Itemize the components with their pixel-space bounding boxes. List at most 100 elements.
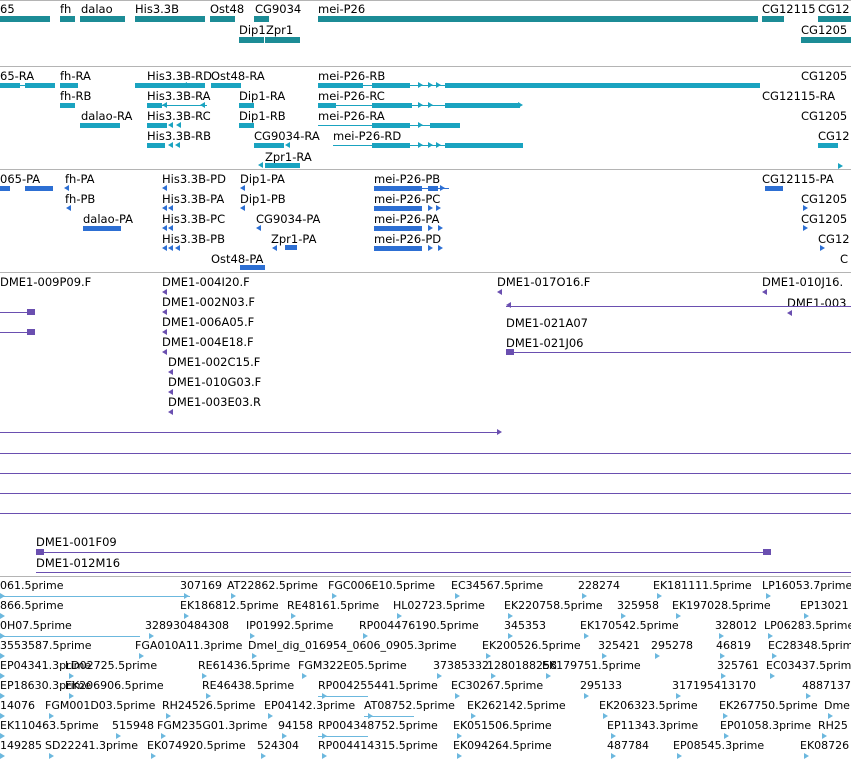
feature-glyph[interactable] (239, 103, 254, 108)
feature-glyph[interactable] (135, 16, 205, 22)
feature-glyph[interactable] (374, 246, 422, 251)
protein-label[interactable]: fh-PB (65, 192, 95, 206)
feature-glyph[interactable] (372, 143, 410, 148)
est-label[interactable]: RH24526.5prime (162, 699, 255, 713)
gene-label[interactable]: His3.3B (135, 2, 179, 16)
est-label[interactable]: EK181111.5prime (653, 579, 752, 593)
est-label[interactable]: 149285 (0, 739, 42, 753)
feature-glyph[interactable] (318, 103, 336, 108)
feature-glyph[interactable] (25, 83, 55, 88)
est-label[interactable]: RP004348752.5prime (318, 719, 438, 733)
gene-label[interactable]: mei-P26 (318, 2, 365, 16)
transcript-label[interactable]: Dip1-RA (239, 89, 285, 103)
est-label[interactable]: RH25 (818, 719, 848, 733)
feature-glyph[interactable] (239, 37, 264, 43)
transcript-label[interactable]: Dip1-RB (239, 109, 286, 123)
gene-label[interactable]: CG9034 (255, 2, 301, 16)
est-label[interactable]: 515948 (112, 719, 154, 733)
protein-label[interactable]: C (840, 252, 848, 266)
feature-glyph[interactable] (374, 206, 422, 211)
feature-glyph[interactable] (239, 123, 254, 128)
est-label[interactable]: EK08726 (800, 739, 849, 753)
est-label[interactable]: EK206323.5prime (599, 699, 698, 713)
est-label[interactable]: EK206906.5prime (65, 679, 164, 693)
est-label[interactable]: 46819 (716, 639, 751, 653)
feature-glyph[interactable] (210, 16, 235, 22)
clone-label[interactable]: DME1-009P09.F (0, 275, 91, 289)
est-label[interactable]: 325958 (617, 599, 659, 613)
feature-glyph[interactable] (318, 83, 363, 88)
protein-label[interactable]: CG9034-PA (256, 212, 320, 226)
feature-glyph[interactable] (372, 103, 412, 108)
est-label[interactable]: RP004476190.5prime (359, 619, 479, 633)
est-label[interactable]: EK051506.5prime (453, 719, 552, 733)
est-label[interactable]: EC34567.5prime (451, 579, 543, 593)
protein-label[interactable]: mei-P26-PA (374, 212, 439, 226)
clone-label[interactable]: DME1-003E03.R (168, 395, 261, 409)
gene-label[interactable]: Dip1 (239, 23, 266, 37)
feature-glyph[interactable] (763, 549, 771, 555)
feature-glyph[interactable] (147, 143, 165, 148)
clone-label[interactable]: DME1-001F09 (36, 535, 117, 549)
est-label[interactable]: EK110463.5prime (0, 719, 99, 733)
feature-glyph[interactable] (285, 245, 297, 250)
transcript-label[interactable]: Ost48-RA (211, 69, 265, 83)
est-label[interactable]: LD02725.5prime (65, 659, 157, 673)
est-label[interactable]: 325761 (717, 659, 759, 673)
transcript-label[interactable]: dalao-RA (81, 109, 132, 123)
transcript-label[interactable]: mei-P26-RD (333, 129, 401, 143)
transcript-label[interactable]: mei-P26-RA (318, 109, 385, 123)
feature-glyph[interactable] (765, 186, 783, 191)
est-label[interactable]: EC30267.5prime (451, 679, 543, 693)
est-label[interactable]: EP04142.3prime (264, 699, 355, 713)
feature-glyph[interactable] (27, 309, 35, 315)
est-label[interactable]: RE48161.5prime (287, 599, 379, 613)
est-label[interactable]: EP11343.3prime (607, 719, 698, 733)
gene-label[interactable]: fh (60, 2, 71, 16)
est-label[interactable]: 14076 (0, 699, 35, 713)
feature-glyph[interactable] (372, 83, 410, 88)
est-label[interactable]: 295133 (580, 679, 622, 693)
transcript-label[interactable]: His3.3B-RC (147, 109, 211, 123)
est-label[interactable]: 328930484308 (145, 619, 229, 633)
transcript-label[interactable]: His3.3B-RB (147, 129, 211, 143)
feature-glyph[interactable] (818, 143, 838, 148)
est-label[interactable]: RE46438.5prime (202, 679, 294, 693)
est-label[interactable]: 0H07.5prime (0, 619, 72, 633)
est-label[interactable]: FGM001D03.5prime (45, 699, 155, 713)
feature-glyph[interactable] (254, 16, 269, 22)
feature-glyph[interactable] (318, 16, 758, 22)
transcript-label[interactable]: CG12 (818, 129, 850, 143)
est-label[interactable]: EP08545.3prime (673, 739, 764, 753)
est-label[interactable]: 3553587.5prime (0, 639, 92, 653)
feature-glyph[interactable] (0, 83, 20, 88)
clone-label[interactable]: DME1-017O16.F (497, 275, 590, 289)
feature-glyph[interactable] (0, 16, 50, 22)
transcript-label[interactable]: Zpr1-RA (265, 150, 312, 164)
feature-glyph[interactable] (445, 103, 520, 108)
est-label[interactable]: 345353 (504, 619, 546, 633)
est-label[interactable]: IP01992.5prime (246, 619, 333, 633)
feature-glyph[interactable] (445, 143, 523, 148)
gene-label[interactable]: CG12 (818, 2, 850, 16)
feature-glyph[interactable] (80, 123, 120, 128)
feature-glyph[interactable] (80, 16, 125, 22)
est-label[interactable]: EC03437.5prime (766, 659, 851, 673)
est-label[interactable]: EK186812.5prime (180, 599, 279, 613)
transcript-label[interactable]: mei-P26-RB (318, 69, 385, 83)
protein-label[interactable]: Zpr1-PA (271, 232, 316, 246)
clone-label[interactable]: DME1-012M16 (36, 556, 120, 570)
est-label[interactable]: EK094264.5prime (453, 739, 552, 753)
feature-glyph[interactable] (25, 186, 53, 191)
feature-glyph[interactable] (762, 16, 784, 22)
est-label[interactable]: EK262142.5prime (467, 699, 566, 713)
protein-label[interactable]: His3.3B-PA (162, 192, 224, 206)
est-label[interactable]: EP13021 (800, 599, 849, 613)
est-label[interactable]: Dmel_dig_016954_0606_0905.3prime (248, 639, 457, 653)
protein-label[interactable]: His3.3B-PD (162, 172, 226, 186)
feature-glyph[interactable] (254, 143, 284, 148)
gene-label[interactable]: CG12115 (762, 2, 816, 16)
clone-label[interactable]: DME1-004I20.F (162, 275, 250, 289)
feature-glyph[interactable] (60, 103, 75, 108)
est-label[interactable]: RP004414315.5prime (318, 739, 438, 753)
